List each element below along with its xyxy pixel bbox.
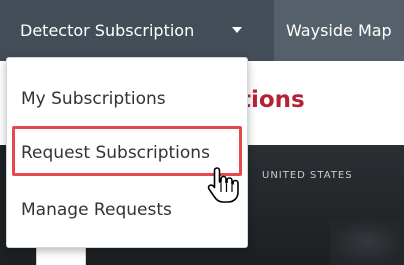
map-region-label: UNITED STATES	[262, 170, 353, 181]
detector-subscription-dropdown: My Subscriptions Request Subscriptions M…	[6, 57, 248, 248]
page-title: tions	[240, 87, 305, 113]
nav-item-detector-subscription[interactable]: Detector Subscription	[0, 0, 274, 61]
menu-item-manage-requests[interactable]: Manage Requests	[21, 198, 172, 222]
caret-down-icon[interactable]	[232, 27, 242, 33]
nav-item-wayside-map[interactable]: Wayside Map	[286, 0, 392, 61]
hand-pointer-icon	[207, 167, 239, 203]
top-navbar: Detector Subscription Wayside Map	[0, 0, 404, 61]
map-terrain	[330, 220, 404, 265]
menu-item-my-subscriptions[interactable]: My Subscriptions	[21, 87, 166, 111]
menu-item-request-subscriptions[interactable]: Request Subscriptions	[21, 141, 210, 165]
app-page: Detector Subscription Wayside Map tions …	[0, 0, 404, 265]
nav-detector-label[interactable]: Detector Subscription	[20, 0, 194, 61]
